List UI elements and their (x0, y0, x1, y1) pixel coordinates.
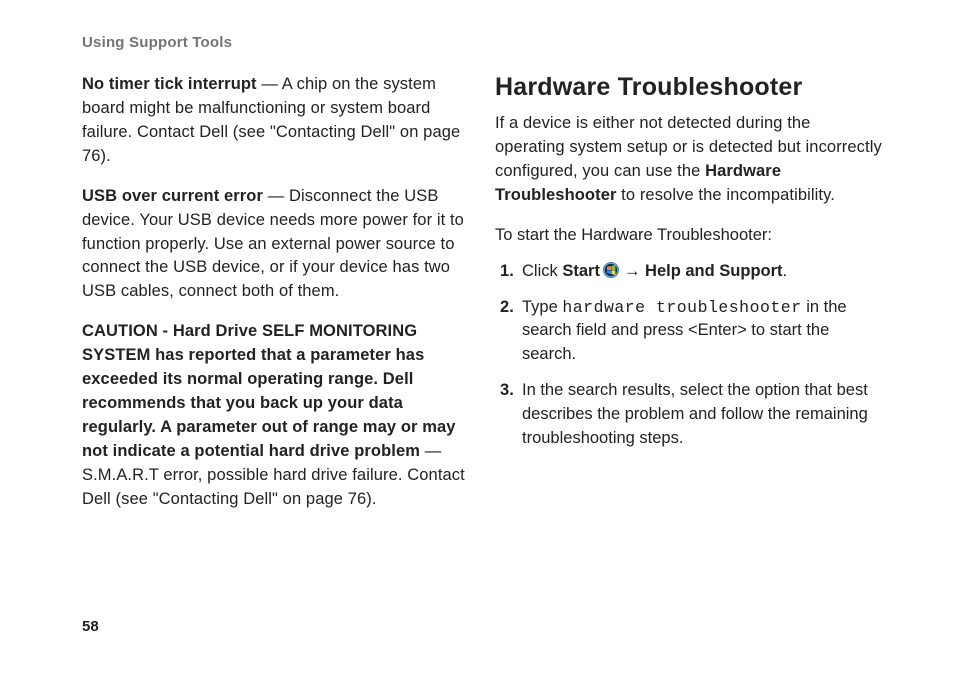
intro-text-post: to resolve the incompatibility. (617, 186, 835, 204)
help-and-support-label: Help and Support (645, 262, 783, 280)
step-text: Click (522, 262, 562, 280)
start-label: Start (562, 262, 600, 280)
intro-text-pre: If a device is either not detected durin… (495, 114, 882, 180)
two-column-layout: No timer tick interrupt — A chip on the … (82, 73, 884, 528)
arrow: → (624, 262, 641, 280)
step-1: Click Start → Help and Support. (500, 260, 884, 284)
error-label: No timer tick interrupt (82, 75, 257, 93)
left-column: No timer tick interrupt — A chip on the … (82, 73, 471, 528)
step-2: Type hardware troubleshooter in the sear… (500, 296, 884, 368)
error-caution-bold: CAUTION - Hard Drive SELF MONITORING SYS… (82, 322, 456, 460)
step-text: . (783, 262, 788, 280)
command-text: hardware troubleshooter (562, 298, 801, 317)
manual-page: Using Support Tools No timer tick interr… (0, 0, 954, 528)
error-label: USB over current error (82, 187, 263, 205)
step-3: In the search results, select the option… (500, 379, 884, 451)
hardware-troubleshooter-heading: Hardware Troubleshooter (495, 73, 884, 102)
step-text: In the search results, select the option… (522, 381, 868, 447)
error-smart-caution: CAUTION - Hard Drive SELF MONITORING SYS… (82, 320, 471, 511)
windows-start-icon (603, 262, 619, 278)
error-no-timer-tick: No timer tick interrupt — A chip on the … (82, 73, 471, 169)
step-text: Type (522, 298, 562, 316)
troubleshooter-lead: To start the Hardware Troubleshooter: (495, 224, 884, 248)
section-header: Using Support Tools (82, 34, 884, 51)
page-number: 58 (82, 618, 99, 635)
right-column: Hardware Troubleshooter If a device is e… (495, 73, 884, 528)
troubleshooter-intro: If a device is either not detected durin… (495, 112, 884, 208)
error-usb-overcurrent: USB over current error — Disconnect the … (82, 185, 471, 305)
troubleshooter-steps: Click Start → Help and Support. Type har… (495, 260, 884, 451)
